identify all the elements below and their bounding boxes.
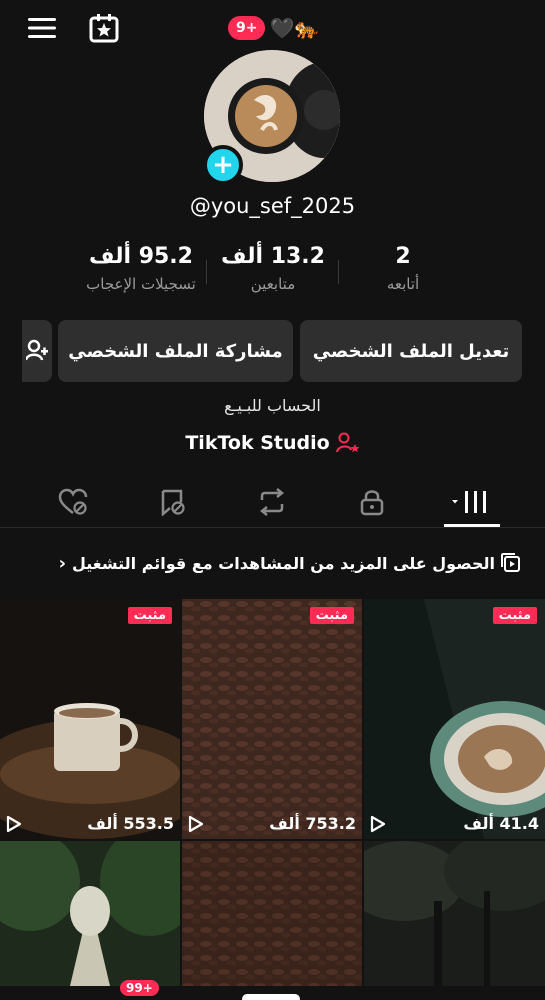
stat-label: تسجيلات الإعجاب xyxy=(86,275,196,293)
view-count-row: 753.2 ألف xyxy=(188,814,356,833)
stat-likes[interactable]: 95.2 ألف تسجيلات الإعجاب xyxy=(66,244,216,293)
stat-value: 95.2 ألف xyxy=(89,244,193,269)
video-thumbnail-3[interactable]: مثبت 553.5 ألف xyxy=(0,599,180,839)
inbox-badge: 99+ xyxy=(120,980,159,996)
thumbnail-image xyxy=(0,841,180,986)
stat-label: متابعين xyxy=(250,275,296,293)
add-avatar-button[interactable]: + xyxy=(203,145,243,185)
stat-value: 2 xyxy=(395,244,411,269)
videos-grid-icon xyxy=(452,491,486,513)
add-friend-button[interactable] xyxy=(22,320,52,382)
profile-tabs xyxy=(0,476,545,528)
edit-profile-button[interactable]: تعديل الملف الشخصي xyxy=(300,320,522,382)
lock-icon xyxy=(360,490,384,516)
create-button[interactable] xyxy=(242,994,300,1000)
video-thumbnail-5[interactable] xyxy=(182,841,362,986)
tab-favorites[interactable] xyxy=(148,482,198,522)
hamburger-menu-icon[interactable] xyxy=(24,10,60,46)
notification-badge: 9+ xyxy=(228,16,266,40)
studio-label: TikTok Studio xyxy=(185,432,330,454)
bottom-navigation-bar: 99+ xyxy=(0,980,545,1000)
playlist-icon xyxy=(501,553,520,572)
thumbnail-image xyxy=(364,841,545,986)
calendar-star-icon[interactable] xyxy=(86,10,122,46)
bookmark-icon xyxy=(161,489,185,516)
view-count: 41.4 ألف xyxy=(463,814,539,833)
tab-videos[interactable] xyxy=(446,482,496,522)
video-thumbnail-6[interactable] xyxy=(0,841,180,986)
playlist-promo-banner[interactable]: الحصول على المزيد من المشاهدات مع قوائم … xyxy=(0,550,545,576)
pinned-badge: مثبت xyxy=(492,607,537,624)
stat-divider xyxy=(338,260,339,284)
pinned-badge: مثبت xyxy=(309,607,354,624)
video-thumbnail-2[interactable]: مثبت 753.2 ألف xyxy=(182,599,362,839)
view-count: 553.5 ألف xyxy=(87,814,174,833)
view-count: 753.2 ألف xyxy=(269,814,356,833)
repost-icon xyxy=(259,488,285,516)
stat-followers[interactable]: 13.2 ألف متابعين xyxy=(212,244,334,293)
video-thumbnail-1[interactable]: مثبت 41.4 ألف xyxy=(364,599,545,839)
profile-name-row[interactable]: 9+ 🖤🐅 xyxy=(228,15,319,41)
tiktok-studio-link[interactable]: TikTok Studio xyxy=(0,432,545,454)
video-thumbnail-4[interactable] xyxy=(364,841,545,986)
stat-value: 13.2 ألف xyxy=(221,244,325,269)
name-emoji: 🖤🐅 xyxy=(269,16,320,40)
play-icon xyxy=(6,815,22,832)
play-icon xyxy=(188,815,204,832)
view-count-row: 553.5 ألف xyxy=(6,814,174,833)
chevron-left-icon: ‹ xyxy=(58,552,66,574)
liked-heart-icon xyxy=(58,488,88,515)
selected-tab-indicator xyxy=(444,524,500,527)
thumbnail-image xyxy=(0,599,180,839)
view-count-row: 41.4 ألف xyxy=(370,814,539,833)
play-icon xyxy=(370,815,386,832)
add-person-icon xyxy=(26,339,48,361)
stat-following[interactable]: 2 أتابعه xyxy=(360,244,446,293)
pinned-badge: مثبت xyxy=(127,607,172,624)
tab-liked[interactable] xyxy=(48,482,98,522)
thumbnail-image xyxy=(364,599,545,839)
username: @you_sef_2025 xyxy=(189,194,356,218)
tab-private[interactable] xyxy=(347,482,397,522)
thumbnail-image xyxy=(182,599,362,839)
promo-text: الحصول على المزيد من المشاهدات مع قوائم … xyxy=(71,553,495,573)
bio-text: الحساب للبـيـع xyxy=(224,396,321,415)
person-star-icon xyxy=(335,432,360,453)
plus-icon: + xyxy=(212,150,234,180)
share-profile-button[interactable]: مشاركة الملف الشخصي xyxy=(58,320,293,382)
thumbnail-image xyxy=(182,841,362,986)
stat-label: أتابعه xyxy=(386,275,420,293)
tab-reposts[interactable] xyxy=(247,482,297,522)
